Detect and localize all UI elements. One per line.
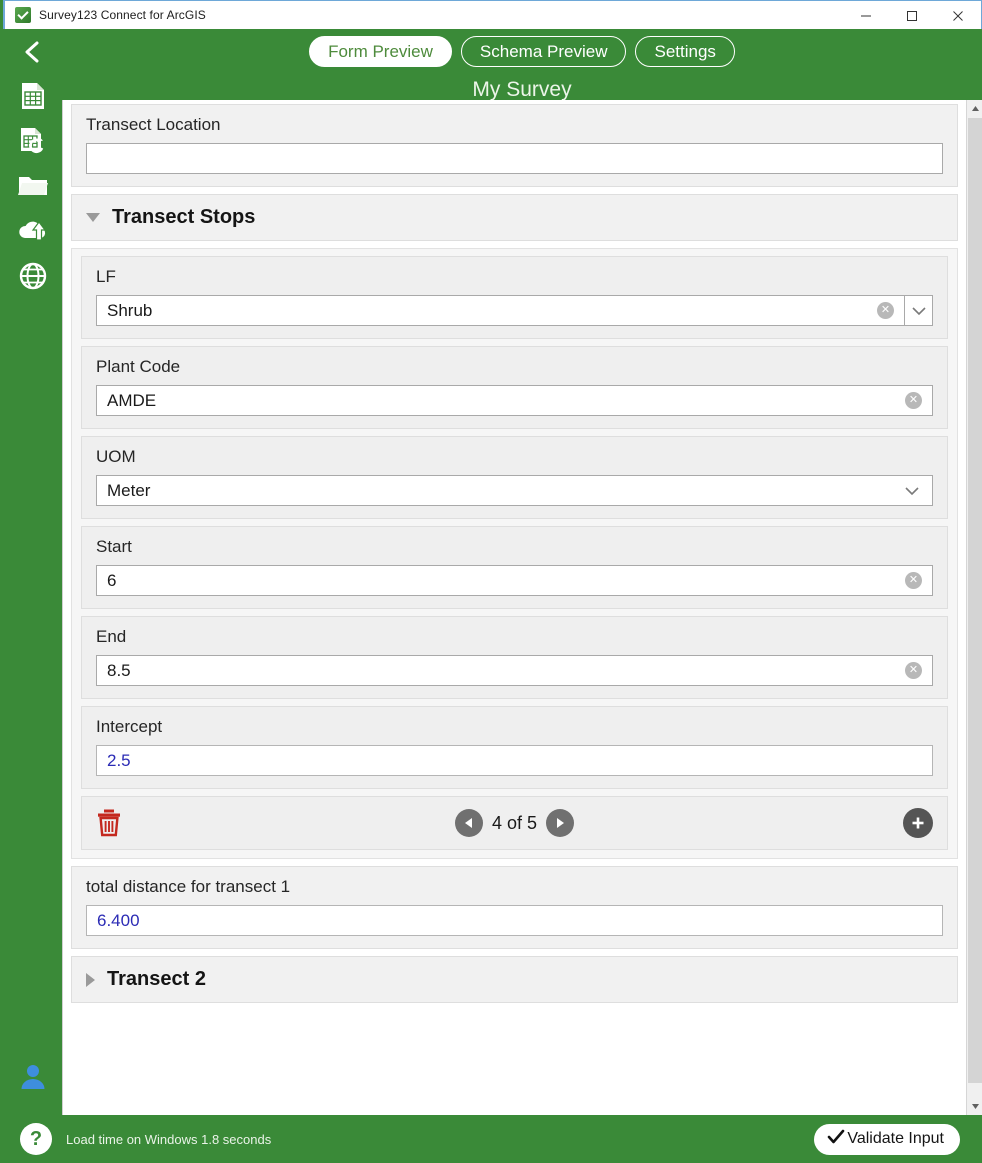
window-controls (843, 1, 981, 29)
field-intercept: Intercept 2.5 (81, 706, 948, 789)
triangle-right-icon[interactable] (86, 972, 95, 987)
prev-arrow-icon[interactable] (454, 809, 483, 837)
field-label: LF (96, 267, 116, 286)
sidebar-item-web[interactable] (16, 261, 50, 295)
back-chevron-icon[interactable] (4, 29, 62, 75)
form-preview-pane: Transect Location Transect Stops LF Shru… (62, 100, 982, 1115)
field-start: Start 6 ✕ (81, 526, 948, 609)
lf-combobox[interactable]: Shrub ✕ (96, 295, 933, 326)
top-bar: Form Preview Schema Preview Settings (62, 29, 982, 75)
plant-code-input[interactable]: AMDE ✕ (96, 385, 933, 416)
transect-location-input[interactable] (86, 143, 943, 174)
field-label: total distance for transect 1 (86, 877, 291, 896)
field-value: Meter (107, 481, 151, 500)
trash-icon[interactable] (96, 808, 122, 838)
lf-input[interactable]: Shrub ✕ (96, 295, 905, 326)
tab-form-preview[interactable]: Form Preview (309, 36, 452, 67)
sidebar-item-publish[interactable] (16, 216, 50, 250)
sidebar-item-form[interactable] (16, 81, 50, 115)
field-end: End 8.5 ✕ (81, 616, 948, 699)
field-value: 2.5 (107, 751, 131, 770)
chevron-down-icon[interactable] (902, 486, 922, 496)
group-title: Transect 2 (107, 968, 206, 990)
title-bar: Survey123 Connect for ArcGIS (4, 0, 982, 29)
sidebar-items (4, 81, 62, 295)
field-lf: LF Shrub ✕ (81, 256, 948, 339)
field-value: 6 (107, 571, 117, 590)
field-label: UOM (96, 447, 136, 466)
repeat-counter: 4 of 5 (491, 812, 538, 833)
maximize-icon[interactable] (889, 1, 935, 30)
plus-icon[interactable] (903, 808, 933, 838)
tab-settings[interactable]: Settings (635, 36, 735, 67)
scroll-up-icon[interactable] (967, 100, 982, 117)
clear-icon[interactable]: ✕ (905, 662, 922, 679)
field-label: Start (96, 537, 132, 556)
checkmark-icon (827, 1129, 845, 1150)
triangle-down-icon[interactable] (86, 213, 100, 222)
scroll-down-icon[interactable] (967, 1098, 982, 1115)
intercept-input[interactable]: 2.5 (96, 745, 933, 776)
field-label: End (96, 627, 127, 646)
survey123-icon (15, 7, 31, 23)
field-value: 8.5 (107, 661, 131, 680)
form-refresh-icon (18, 126, 48, 161)
tab-schema-preview[interactable]: Schema Preview (460, 36, 627, 67)
field-value: 6.400 (97, 911, 140, 930)
sidebar-item-folder[interactable] (16, 171, 50, 205)
end-input[interactable]: 8.5 ✕ (96, 655, 933, 686)
app-window: Survey123 Connect for ArcGIS Form Previe… (0, 0, 982, 1163)
sidebar-user[interactable] (4, 1062, 62, 1097)
repeat-counter-group: 4 of 5 (82, 809, 947, 837)
folder-icon (17, 171, 49, 206)
form-scrollbar[interactable] (966, 100, 982, 1115)
field-label: Transect Location (86, 115, 221, 134)
clear-icon[interactable]: ✕ (905, 572, 922, 589)
status-bar: ? Load time on Windows 1.8 seconds Valid… (4, 1115, 982, 1163)
field-total-distance: total distance for transect 1 6.400 (71, 866, 958, 949)
field-label: Plant Code (96, 357, 181, 376)
sidebar-item-refresh[interactable] (16, 126, 50, 160)
field-value: Shrub (107, 301, 153, 320)
form-content: Transect Location Transect Stops LF Shru… (63, 100, 966, 1115)
field-uom: UOM Meter (81, 436, 948, 519)
sidebar (4, 29, 62, 1115)
validate-input-label: Validate Input (847, 1130, 944, 1147)
question-mark-icon[interactable]: ? (20, 1123, 52, 1155)
group-title: Transect Stops (112, 206, 256, 228)
clear-icon[interactable]: ✕ (877, 302, 894, 319)
form-spreadsheet-icon (18, 81, 48, 116)
uom-select[interactable]: Meter (96, 475, 933, 506)
clear-icon[interactable]: ✕ (905, 392, 922, 409)
repeat-group-body: LF Shrub ✕ Plant Code AMDE ✕ UOM Meter S… (71, 248, 958, 859)
user-avatar-icon (18, 1062, 48, 1097)
validate-input-button[interactable]: Validate Input (814, 1123, 960, 1155)
group-header-transect-2[interactable]: Transect 2 (71, 956, 958, 1003)
total-distance-input[interactable]: 6.400 (86, 905, 943, 936)
scrollbar-thumb[interactable] (968, 118, 982, 1083)
next-arrow-icon[interactable] (546, 809, 575, 837)
repeat-navigation: 4 of 5 (81, 796, 948, 850)
globe-icon (18, 261, 48, 296)
window-title: Survey123 Connect for ArcGIS (39, 8, 206, 22)
field-plant-code: Plant Code AMDE ✕ (81, 346, 948, 429)
chevron-down-icon[interactable] (905, 295, 933, 326)
group-header-transect-stops[interactable]: Transect Stops (71, 194, 958, 241)
minimize-icon[interactable] (843, 1, 889, 30)
start-input[interactable]: 6 ✕ (96, 565, 933, 596)
tab-bar: Form Preview Schema Preview Settings (62, 36, 982, 67)
field-label: Intercept (96, 717, 163, 736)
field-value: AMDE (107, 391, 157, 410)
field-transect-location: Transect Location (71, 104, 958, 187)
cloud-upload-icon (17, 216, 49, 251)
status-message: Load time on Windows 1.8 seconds (66, 1131, 272, 1147)
close-icon[interactable] (935, 1, 981, 30)
